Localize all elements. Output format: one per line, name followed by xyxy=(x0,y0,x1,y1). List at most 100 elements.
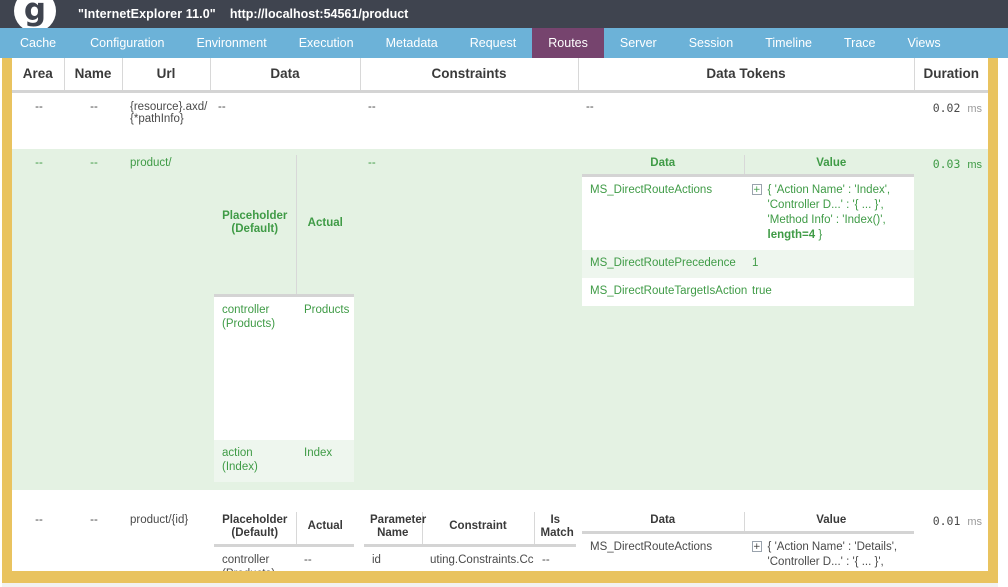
duration-cell: 0.03 ms xyxy=(914,149,988,490)
column-header-data[interactable]: Data xyxy=(210,58,361,93)
token-value-tail: } xyxy=(815,228,823,241)
table-row[interactable]: -- -- product/Placeholder (Default) Actual co… xyxy=(12,149,988,490)
area-value: -- xyxy=(35,513,43,526)
token-value: 1 xyxy=(752,256,758,271)
subheader-token-data-line1: Data xyxy=(650,513,676,526)
expand-plus-icon[interactable]: + xyxy=(752,540,762,552)
column-header-duration[interactable]: Duration xyxy=(914,58,988,93)
duration-cell: 0.01 ms xyxy=(914,505,988,571)
subheader-token-value[interactable]: Value xyxy=(744,511,918,534)
token-value-text: 1 xyxy=(752,256,759,269)
token-value: { 'Action Name' : 'Details', 'Controller… xyxy=(768,540,910,571)
tab-routes[interactable]: Routes xyxy=(532,28,604,58)
tab-label: Configuration xyxy=(90,36,165,50)
actual-cell: Products xyxy=(296,295,354,440)
constraints-subtable-header: Parameter Name Constraint Is Match xyxy=(364,511,576,547)
subheader-parameter-name[interactable]: Parameter Name xyxy=(364,511,426,547)
column-header-area[interactable]: Area xyxy=(12,58,65,93)
route-data-subtable: Placeholder(Default) Actual controller(Pro… xyxy=(214,155,354,482)
column-header-constraints[interactable]: Constraints xyxy=(360,58,579,93)
duration-cell: 0.02 ms xyxy=(914,91,988,133)
token-row: MS_DirectRouteTargetIsAction true xyxy=(582,277,918,306)
column-header-data-tokens[interactable]: Data Tokens xyxy=(578,58,915,93)
tab-label: Timeline xyxy=(765,36,812,50)
subheader-parameter-name-line1: Parameter xyxy=(370,513,427,526)
tab-execution[interactable]: Execution xyxy=(283,28,370,58)
token-key-cell: MS_DirectRouteTargetIsAction xyxy=(582,277,748,306)
placeholder-default: (Products) xyxy=(222,317,276,330)
token-key: MS_DirectRouteActions xyxy=(590,540,713,553)
tab-trace[interactable]: Trace xyxy=(828,28,892,58)
placeholder-cell: controller (Products) xyxy=(214,545,296,571)
subheader-actual-line1: Actual xyxy=(307,216,343,229)
constraints-cell: Parameter Name Constraint Is Match id uting.Co… xyxy=(360,505,578,571)
table-row[interactable]: -- -- product/{id} Placeholder (Default) Actu… xyxy=(12,505,988,571)
url-line2: {*pathInfo} xyxy=(130,113,184,125)
data-tokens-cell: Data Value MS_DirectRouteActions + { 'Action… xyxy=(578,505,918,571)
subheader-constraint[interactable]: Constraint xyxy=(422,511,535,547)
subheader-token-data[interactable]: Data xyxy=(582,155,745,177)
tab-configuration[interactable]: Configuration xyxy=(74,28,180,58)
tab-server[interactable]: Server xyxy=(604,28,673,58)
token-value-cell: true xyxy=(744,277,918,306)
url-line1: {resource}.axd/ xyxy=(130,101,208,113)
tab-label: Cache xyxy=(20,36,57,50)
url-line1: product/ xyxy=(130,157,172,169)
subheader-actual[interactable]: Actual xyxy=(296,511,354,547)
routes-table: Area Name Url Data Constraints Data Tokens Dur… xyxy=(12,58,988,571)
tab-views[interactable]: Views xyxy=(891,28,956,58)
row-spacer-cell xyxy=(12,133,988,149)
subheader-placeholder[interactable]: Placeholder (Default) xyxy=(214,155,297,297)
is-match-cell-text: -- xyxy=(542,553,550,566)
tab-label: Routes xyxy=(548,36,588,50)
glimpse-logo[interactable]: g xyxy=(0,0,56,32)
token-value: { 'Action Name' : 'Index', 'Controller D… xyxy=(768,183,910,243)
route-data-tokens-subtable: Data Value MS_DirectRouteActions + { 'Action… xyxy=(582,511,918,571)
token-value-wrap: + { 'Action Name' : 'Details', 'Controlle… xyxy=(752,540,910,571)
expand-plus-icon[interactable]: + xyxy=(752,183,762,195)
tab-session[interactable]: Session xyxy=(673,28,749,58)
subheader-is-match[interactable]: Is Match xyxy=(534,511,576,547)
name-value: -- xyxy=(90,513,98,526)
table-row[interactable]: -- -- {resource}.axd/{*pathInfo} -- -- -- 0.02… xyxy=(12,91,988,133)
tab-metadata[interactable]: Metadata xyxy=(370,28,454,58)
subheader-placeholder-line2: (Default) xyxy=(231,526,279,539)
token-value-wrap: true xyxy=(752,284,910,299)
routes-table-body: -- -- {resource}.axd/{*pathInfo} -- -- -- 0.02… xyxy=(12,91,988,571)
data-cell: Placeholder(Default) Actual controller(Pro… xyxy=(210,149,360,490)
tokens-subtable-header: Data Value xyxy=(582,155,918,177)
actual-cell: Index xyxy=(296,440,354,482)
subheader-token-value[interactable]: Value xyxy=(744,155,918,177)
token-key: MS_DirectRoutePrecedence xyxy=(590,256,736,269)
tab-label: Views xyxy=(907,36,941,50)
tab-label: Execution xyxy=(298,36,354,50)
data-cell: -- xyxy=(210,91,360,133)
url-cell: product/{id} xyxy=(122,505,210,571)
request-url: http://localhost:54561/product xyxy=(229,7,409,21)
placeholder-name: controller xyxy=(222,303,270,316)
constraints-cell: -- xyxy=(360,91,578,133)
is-match-cell: -- xyxy=(534,545,576,571)
tab-environment[interactable]: Environment xyxy=(181,28,283,58)
tab-request[interactable]: Request xyxy=(454,28,533,58)
row-spacer-cell xyxy=(12,489,988,506)
table-header-row: Area Name Url Data Constraints Data Tokens Dur… xyxy=(12,58,988,93)
constraints-empty: -- xyxy=(368,101,376,113)
subheader-placeholder-line1: Placeholder xyxy=(222,210,288,223)
tab-timeline[interactable]: Timeline xyxy=(749,28,828,58)
actual-value: Index xyxy=(304,447,333,459)
subheader-placeholder-line2: (Default) xyxy=(231,223,279,236)
column-header-name[interactable]: Name xyxy=(64,58,123,93)
constraints-empty: -- xyxy=(368,157,376,169)
tab-label: Server xyxy=(619,36,657,50)
token-key: MS_DirectRouteTargetIsAction xyxy=(590,284,748,297)
subheader-token-data[interactable]: Data xyxy=(582,511,745,534)
subheader-placeholder[interactable]: Placeholder (Default) xyxy=(214,511,297,547)
token-row: MS_DirectRouteActions + { 'Action Name' : … xyxy=(582,175,918,250)
placeholder-name: controller xyxy=(222,553,270,566)
tab-cache[interactable]: Cache xyxy=(0,28,74,58)
subheader-actual[interactable]: Actual xyxy=(296,155,354,297)
column-header-url[interactable]: Url xyxy=(122,58,211,93)
area-value: -- xyxy=(35,157,43,169)
data-tokens-empty: -- xyxy=(586,101,594,113)
